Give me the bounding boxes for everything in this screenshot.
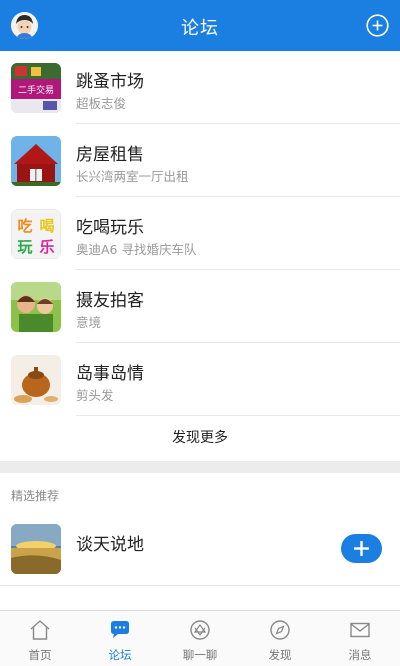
- section-separator: [0, 461, 400, 473]
- plus-circle-icon: [366, 14, 389, 37]
- tab-label: 发现: [268, 648, 292, 662]
- discover-more-button[interactable]: 发现更多: [0, 416, 400, 461]
- compass-icon: [270, 620, 290, 640]
- add-button[interactable]: [366, 14, 389, 37]
- page-title: 论坛: [181, 18, 219, 39]
- divider: [0, 585, 400, 586]
- forum-latest-post: 意境: [76, 315, 102, 330]
- forum-latest-post: 超板志俊: [76, 96, 127, 111]
- svg-text:吃: 吃: [17, 217, 32, 235]
- forum-item-island-news[interactable]: 岛事岛情 剪头发: [0, 343, 400, 416]
- home-icon: [30, 620, 50, 640]
- recommend-item-chat[interactable]: 谈天说地: [0, 515, 400, 585]
- tab-messages[interactable]: 消息: [320, 611, 400, 666]
- forum-item-flea-market[interactable]: 二手交易 跳蚤市场 超板志俊: [0, 51, 400, 124]
- chat-bubble-icon: [111, 621, 129, 638]
- forum-thumbnail: 吃 喝 玩 乐: [11, 209, 61, 259]
- forum-name: 房屋租售: [76, 145, 144, 165]
- forum-thumbnail: [11, 136, 61, 186]
- svg-text:乐: 乐: [39, 238, 54, 256]
- tab-home[interactable]: 首页: [0, 611, 80, 666]
- svg-text:二手交易: 二手交易: [18, 84, 54, 96]
- forum-name: 跳蚤市场: [76, 72, 144, 92]
- tab-forum[interactable]: 论坛: [80, 611, 160, 666]
- tab-label: 论坛: [108, 648, 132, 662]
- forum-thumbnail: [11, 282, 61, 332]
- forum-thumbnail: [11, 524, 61, 574]
- mail-icon: [350, 622, 370, 638]
- bottom-tab-bar: 首页 论坛 聊一聊 发现 消息: [0, 610, 400, 666]
- tab-chat[interactable]: 聊一聊: [160, 611, 240, 666]
- tab-label: 消息: [348, 648, 372, 662]
- forum-name: 摄友拍客: [76, 291, 144, 311]
- forum-thumbnail: [11, 355, 61, 405]
- forum-latest-post: 奥迪A6 寻找婚庆车队: [76, 242, 197, 257]
- forum-name: 谈天说地: [76, 535, 144, 555]
- plus-icon: [354, 541, 369, 556]
- forum-item-food-fun[interactable]: 吃 喝 玩 乐 吃喝玩乐 奥迪A6 寻找婚庆车队: [0, 197, 400, 270]
- forum-name: 岛事岛情: [76, 364, 144, 384]
- forum-latest-post: 长兴湾两室一厅出租: [76, 169, 189, 184]
- tab-discover[interactable]: 发现: [240, 611, 320, 666]
- svg-text:玩: 玩: [17, 238, 32, 256]
- tab-label: 聊一聊: [182, 648, 218, 662]
- follow-button[interactable]: [341, 534, 382, 563]
- top-bar: 论坛: [0, 0, 400, 51]
- forum-name: 吃喝玩乐: [76, 218, 144, 238]
- forum-list: 二手交易 跳蚤市场 超板志俊 房屋租售 长兴湾两室一厅出租 吃 喝 玩 乐 吃喝…: [0, 51, 400, 416]
- recommend-section-title: 精选推荐: [11, 489, 60, 503]
- forum-latest-post: 剪头发: [76, 388, 114, 403]
- forum-item-housing[interactable]: 房屋租售 长兴湾两室一厅出租: [0, 124, 400, 197]
- svg-text:喝: 喝: [39, 217, 54, 235]
- chat-circle-icon: [190, 620, 210, 640]
- forum-item-photography[interactable]: 摄友拍客 意境: [0, 270, 400, 343]
- tab-label: 首页: [28, 648, 52, 662]
- forum-thumbnail: 二手交易: [11, 63, 61, 113]
